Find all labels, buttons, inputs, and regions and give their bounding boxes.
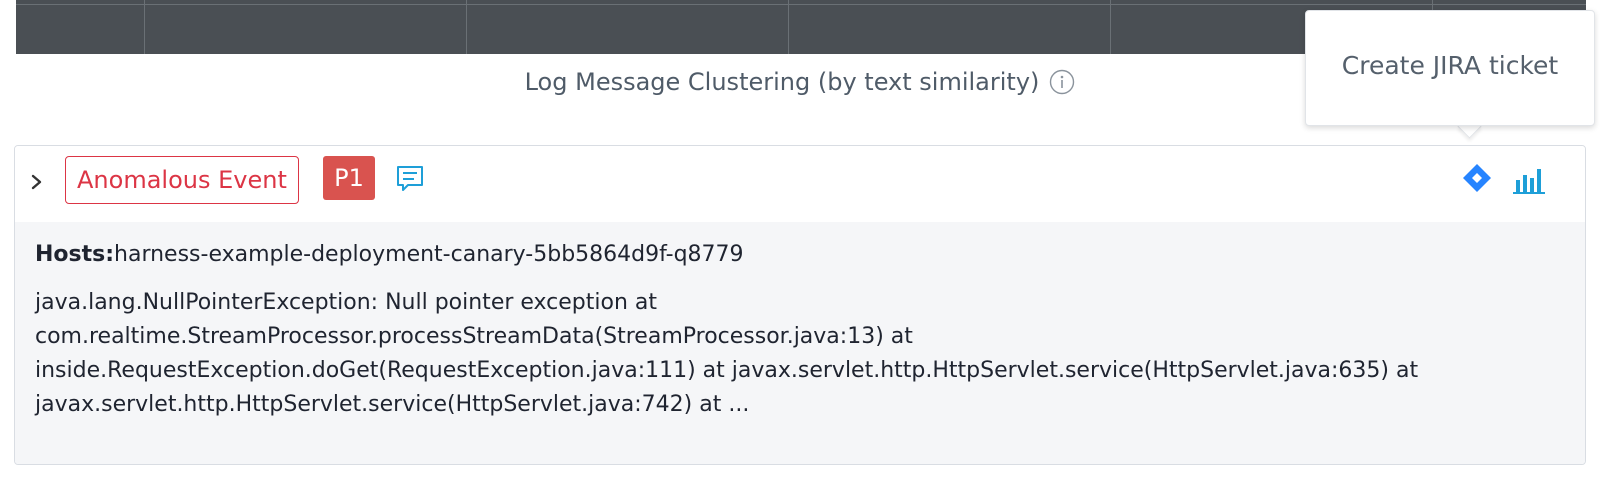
create-jira-tooltip: Create JIRA ticket [1305, 10, 1595, 126]
table-column-divider [788, 0, 789, 54]
stack-trace: java.lang.NullPointerException: Null poi… [35, 286, 1555, 422]
card-body: Hosts:harness-example-deployment-canary-… [15, 222, 1585, 464]
anomalous-event-badge: Anomalous Event [65, 156, 299, 204]
stack-trace-line: javax.servlet.http.HttpServlet.service(H… [35, 392, 750, 417]
info-icon[interactable] [1049, 69, 1075, 95]
stack-trace-line: inside.RequestException.doGet(RequestExc… [35, 358, 1419, 383]
table-row-divider [16, 4, 1586, 5]
hosts-label: Hosts: [35, 242, 115, 267]
tooltip-text: Create JIRA ticket [1341, 51, 1559, 80]
priority-badge[interactable]: P1 [323, 156, 375, 200]
bar-chart-icon[interactable] [1509, 162, 1549, 196]
chevron-right-icon[interactable] [29, 170, 45, 194]
table-column-divider [144, 0, 145, 54]
card-header: Anomalous Event P1 [15, 146, 1585, 222]
stack-trace-line: com.realtime.StreamProcessor.processStre… [35, 324, 913, 349]
hosts-value: harness-example-deployment-canary-5bb586… [114, 242, 744, 267]
jira-icon[interactable] [1461, 162, 1493, 194]
stack-trace-line: java.lang.NullPointerException: Null poi… [35, 290, 658, 315]
log-cluster-card: Anomalous Event P1 Hosts:harness-example… [14, 145, 1586, 465]
table-column-divider [1110, 0, 1111, 54]
section-title: Log Message Clustering (by text similari… [524, 68, 1040, 96]
comment-icon[interactable] [395, 164, 425, 194]
table-column-divider [466, 0, 467, 54]
hosts-line: Hosts:harness-example-deployment-canary-… [35, 242, 744, 267]
